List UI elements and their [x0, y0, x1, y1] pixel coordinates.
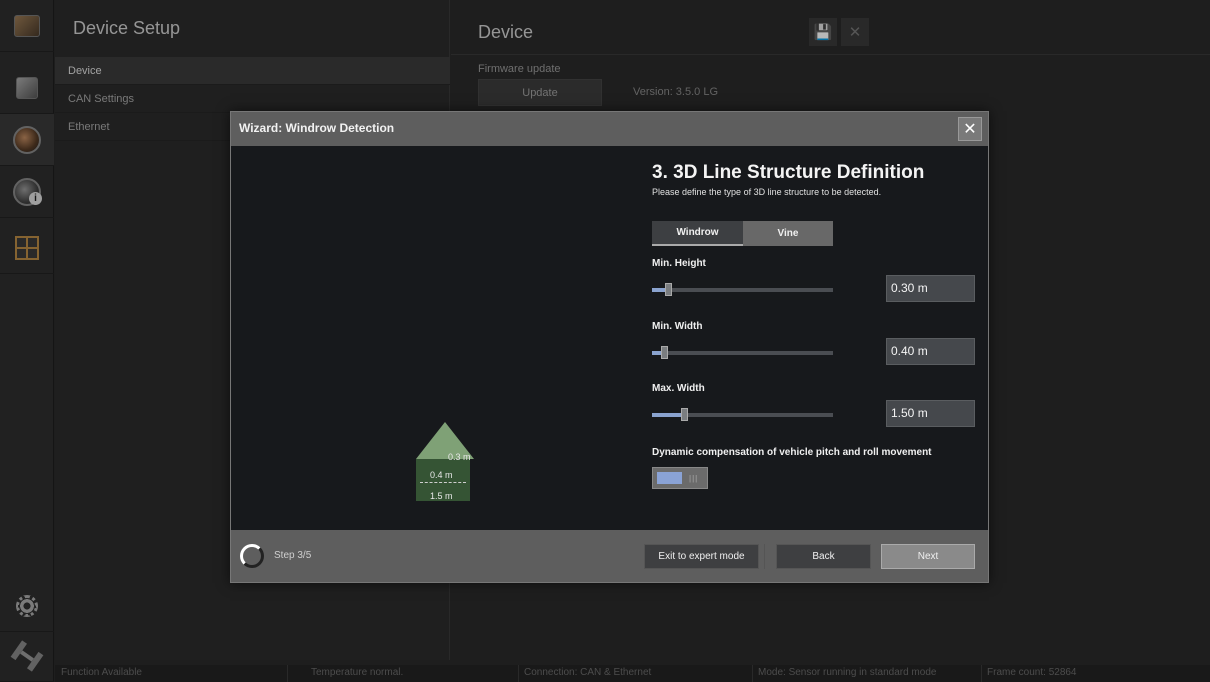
exit-expert-mode-button[interactable]: Exit to expert mode [644, 544, 759, 569]
wizard-body: 0.3 m 0.4 m 1.5 m 3. 3D Line Structure D… [231, 146, 988, 530]
close-icon[interactable]: ✕ [958, 117, 982, 141]
wizard-footer: Step 3/5 Exit to expert mode Back Next [231, 530, 988, 582]
vine-toggle[interactable]: Vine [743, 221, 833, 246]
wizard-title: Wizard: Windrow Detection [239, 121, 395, 135]
toggle-grip-icon: ||| [689, 474, 699, 483]
windrow-toggle[interactable]: Windrow [652, 221, 743, 246]
back-button[interactable]: Back [776, 544, 871, 569]
progress-spinner-icon [240, 544, 264, 568]
max-width-input[interactable]: 1.50 m [886, 400, 975, 427]
dynamic-compensation-toggle[interactable]: ||| [652, 467, 708, 489]
max-width-slider-thumb[interactable] [681, 408, 688, 421]
step-title: 3. 3D Line Structure Definition [652, 162, 925, 183]
min-height-slider[interactable] [652, 283, 833, 296]
next-button[interactable]: Next [881, 544, 975, 569]
illustration-min-width-label: 0.4 m [430, 470, 453, 480]
min-height-label: Min. Height [652, 258, 706, 269]
toggle-knob [657, 472, 682, 484]
footer-divider [764, 544, 765, 569]
min-width-input[interactable]: 0.40 m [886, 338, 975, 365]
min-width-slider-thumb[interactable] [661, 346, 668, 359]
wizard-dialog: Wizard: Windrow Detection ✕ 0.3 m 0.4 m … [230, 111, 989, 583]
min-width-dash [420, 482, 466, 483]
min-height-slider-thumb[interactable] [665, 283, 672, 296]
max-width-slider[interactable] [652, 408, 833, 421]
dynamic-compensation-label: Dynamic compensation of vehicle pitch an… [652, 447, 932, 458]
min-width-label: Min. Width [652, 321, 703, 332]
max-width-label: Max. Width [652, 383, 705, 394]
min-width-slider[interactable] [652, 346, 833, 359]
step-count: Step 3/5 [274, 550, 312, 561]
illustration-height-label: 0.3 m [448, 452, 471, 462]
illustration-max-width-label: 1.5 m [430, 491, 453, 501]
min-height-input[interactable]: 0.30 m [886, 275, 975, 302]
step-subtitle: Please define the type of 3D line struct… [652, 187, 882, 197]
